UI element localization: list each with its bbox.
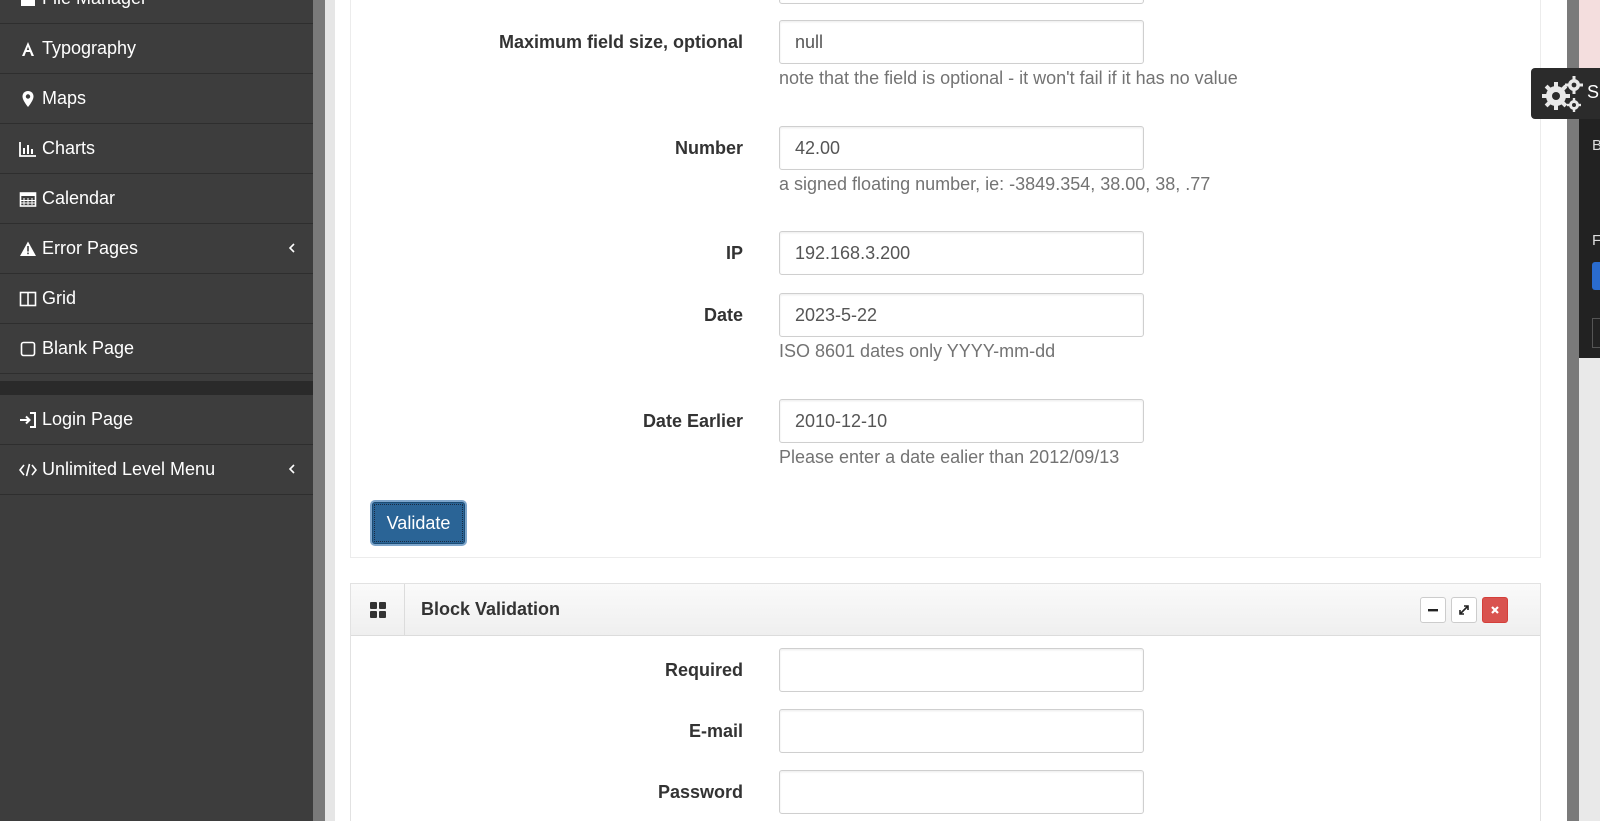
validation-form-panel: Maximum field size, optional note that t… (350, 0, 1541, 558)
date-earlier-help: Please enter a date ealier than 2012/09/… (779, 447, 1120, 467)
minus-icon (1428, 609, 1438, 612)
date-label: Date (703, 304, 743, 325)
sidebar-item-typography[interactable]: Typography (0, 24, 313, 74)
panel-header: Block Validation (351, 584, 1540, 636)
previous-field-input[interactable] (779, 0, 1144, 4)
file-icon (18, 0, 38, 9)
panel-header-icon-box (351, 584, 405, 636)
map-marker-icon (18, 89, 38, 109)
right-gutter (1567, 0, 1579, 821)
content-gutter (313, 0, 325, 821)
max-size-input[interactable] (779, 20, 1144, 64)
sidebar-item-label: Blank Page (42, 338, 135, 358)
date-earlier-input[interactable] (779, 399, 1144, 443)
expand-button[interactable] (1451, 597, 1477, 623)
ip-input[interactable] (779, 231, 1144, 275)
expand-icon (1459, 605, 1469, 615)
block-validation-panel: Block Validation Required E-mail Passwor… (350, 583, 1541, 821)
chevron-left-icon (288, 243, 295, 253)
number-label: Number (674, 137, 743, 158)
sidebar-item-blank-page[interactable]: Blank Page (0, 324, 313, 374)
th-large-icon (369, 602, 386, 618)
sidebar-item-label: Grid (42, 288, 77, 308)
sidebar-item-login-page[interactable]: Login Page (0, 395, 313, 445)
sidebar-item-grid[interactable]: Grid (0, 274, 313, 324)
number-help: a signed floating number, ie: -3849.354,… (779, 174, 1211, 194)
max-size-help: note that the field is optional - it won… (779, 68, 1238, 88)
password-input[interactable] (779, 770, 1144, 814)
columns-icon (18, 289, 38, 309)
font-icon (18, 39, 38, 59)
required-label: Required (664, 659, 743, 680)
sidebar-item-label: Charts (42, 138, 96, 158)
settings-text-1: B (1592, 137, 1600, 154)
required-input[interactable] (779, 648, 1144, 692)
close-icon (1491, 606, 1499, 614)
date-earlier-label: Date Earlier (642, 410, 743, 431)
sidebar-item-label: Typography (42, 38, 137, 58)
close-button[interactable] (1482, 597, 1508, 623)
sidebar-separator (0, 381, 313, 395)
date-help: ISO 8601 dates only YYYY-mm-dd (779, 341, 1056, 361)
sidebar-item-label: Login Page (42, 409, 134, 429)
square-icon (18, 339, 38, 359)
alert-strip (1579, 0, 1600, 68)
sidebar-item-error-pages[interactable]: Error Pages (0, 224, 313, 274)
sidebar-empty-area (0, 495, 313, 821)
calendar-icon (18, 189, 38, 209)
settings-tab-label: S (1587, 82, 1600, 102)
content-gutter-inner (325, 0, 335, 821)
main-content: Maximum field size, optional note that t… (335, 0, 1567, 821)
settings-toggle[interactable]: S (1531, 68, 1600, 119)
settings-text-2: F (1592, 232, 1600, 249)
sidebar-item-label: Calendar (42, 188, 116, 208)
warning-icon (18, 239, 38, 259)
number-input[interactable] (779, 126, 1144, 170)
settings-primary-button[interactable] (1592, 262, 1600, 290)
max-size-label: Maximum field size, optional (498, 31, 743, 52)
sidebar-item-label: File Manager (42, 0, 147, 9)
right-empty-area (1579, 358, 1600, 821)
minimize-button[interactable] (1420, 597, 1446, 623)
chevron-left-icon (288, 464, 295, 474)
sidebar-item-file-manager[interactable]: File Manager (0, 0, 313, 24)
sidebar: File Manager Typography Maps Charts Cale… (0, 0, 313, 821)
sidebar-item-label: Maps (42, 88, 87, 108)
sign-in-icon (18, 410, 38, 430)
sidebar-item-calendar[interactable]: Calendar (0, 174, 313, 224)
bar-chart-icon (18, 139, 38, 159)
settings-select[interactable] (1592, 318, 1600, 348)
gears-icon (1542, 76, 1583, 112)
email-input[interactable] (779, 709, 1144, 753)
code-icon (18, 460, 38, 480)
sidebar-item-label: Error Pages (42, 238, 139, 258)
sidebar-item-unlimited-level-menu[interactable]: Unlimited Level Menu (0, 445, 313, 495)
ip-label: IP (725, 242, 743, 263)
sidebar-item-maps[interactable]: Maps (0, 74, 313, 124)
email-label: E-mail (688, 720, 743, 741)
sidebar-item-charts[interactable]: Charts (0, 124, 313, 174)
password-label: Password (657, 781, 743, 802)
date-input[interactable] (779, 293, 1144, 337)
panel-title: Block Validation (421, 599, 561, 619)
validate-button[interactable]: Validate (372, 502, 465, 544)
sidebar-item-label: Unlimited Level Menu (42, 459, 216, 479)
